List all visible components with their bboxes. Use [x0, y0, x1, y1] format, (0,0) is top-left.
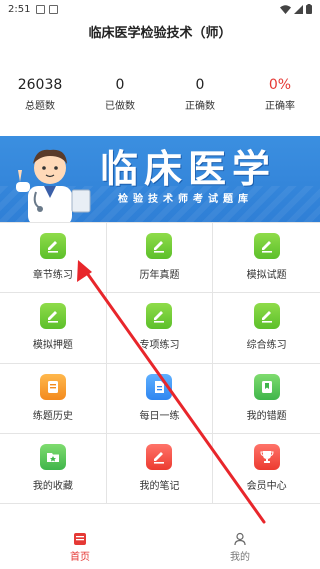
menu-label: 练题历史 [32, 410, 73, 422]
tab-label: 我的 [230, 552, 250, 563]
tab-label: 首页 [70, 552, 90, 563]
stat-accuracy: 0% 正确率 [240, 76, 320, 116]
tab-home[interactable]: 首页 [0, 526, 160, 569]
menu-mock-predictions[interactable]: 模拟押题 [0, 293, 107, 364]
feature-grid: 章节练习 历年真题 模拟试题 模拟押题 专项练习 综合练习 练题历史 每日一练 … [0, 222, 320, 504]
menu-member-center[interactable]: 会员中心 [213, 434, 320, 504]
menu-practice-history[interactable]: 练题历史 [0, 363, 107, 434]
person-icon [234, 532, 246, 546]
app-notification-icon [49, 4, 59, 14]
edit-icon [39, 233, 66, 260]
menu-chapter-practice[interactable]: 章节练习 [0, 223, 107, 294]
banner-title: 临床医学 [100, 146, 277, 191]
stat-value: 0 [115, 77, 125, 93]
menu-comprehensive-practice[interactable]: 综合练习 [213, 293, 320, 364]
menu-label: 综合练习 [246, 340, 287, 352]
banner-subtitle: 检验技术师考试题库 [118, 194, 253, 205]
edit-icon [253, 233, 280, 260]
menu-label: 专项练习 [139, 340, 180, 352]
status-time: 2:51 [8, 3, 31, 15]
menu-wrong-questions[interactable]: 我的错题 [213, 364, 320, 434]
stat-value: 26038 [17, 77, 63, 93]
tab-profile[interactable]: 我的 [160, 526, 320, 569]
page-title: 临床医学检验技术（师） [88, 26, 232, 41]
bottom-tab-bar: 首页 我的 [0, 526, 320, 569]
menu-my-notes[interactable]: 我的笔记 [106, 433, 214, 504]
edit-icon [146, 303, 173, 330]
stat-correct: 0 正确数 [160, 76, 240, 116]
menu-label: 模拟试题 [246, 270, 287, 282]
menu-my-favorites[interactable]: 我的收藏 [0, 433, 107, 504]
stats-row: 26038 总题数 0 已做数 0 正确数 0% 正确率 [0, 76, 320, 116]
menu-topic-practice[interactable]: 专项练习 [106, 293, 214, 364]
battery-icon [306, 4, 312, 14]
menu-label: 每日一练 [139, 410, 180, 422]
document-icon [146, 373, 173, 400]
menu-label: 模拟押题 [32, 340, 73, 352]
bookmark-icon [253, 373, 280, 400]
home-icon [74, 533, 86, 545]
stat-label: 已做数 [105, 101, 135, 112]
stat-value: 0 [195, 77, 205, 93]
menu-label: 历年真题 [139, 270, 180, 282]
edit-icon [253, 303, 280, 330]
menu-label: 会员中心 [246, 480, 287, 492]
promo-banner[interactable]: 临床医学 检验技术师考试题库 [0, 136, 320, 222]
stat-label: 正确率 [265, 101, 295, 112]
menu-label: 章节练习 [32, 270, 73, 282]
edit-icon [146, 443, 173, 470]
history-icon [39, 373, 66, 400]
stat-value: 0% [268, 77, 292, 93]
menu-label: 我的笔记 [139, 480, 180, 492]
menu-daily-practice[interactable]: 每日一练 [106, 363, 214, 434]
stat-done: 0 已做数 [80, 76, 160, 116]
image-notification-icon [36, 4, 46, 14]
stat-label: 正确数 [185, 101, 215, 112]
wifi-icon [280, 4, 291, 14]
folder-icon [39, 443, 66, 470]
doctor-illustration [16, 149, 91, 222]
stat-label: 总题数 [25, 101, 55, 112]
status-bar: 2:51 [0, 0, 320, 18]
signal-icon [294, 4, 303, 14]
menu-label: 我的错题 [246, 410, 287, 422]
menu-mock-tests[interactable]: 模拟试题 [213, 223, 320, 294]
trophy-icon [253, 443, 280, 470]
edit-icon [39, 303, 66, 330]
edit-icon [146, 233, 173, 260]
stat-total: 26038 总题数 [0, 76, 80, 116]
menu-past-exams[interactable]: 历年真题 [106, 223, 214, 294]
menu-label: 我的收藏 [32, 480, 73, 492]
